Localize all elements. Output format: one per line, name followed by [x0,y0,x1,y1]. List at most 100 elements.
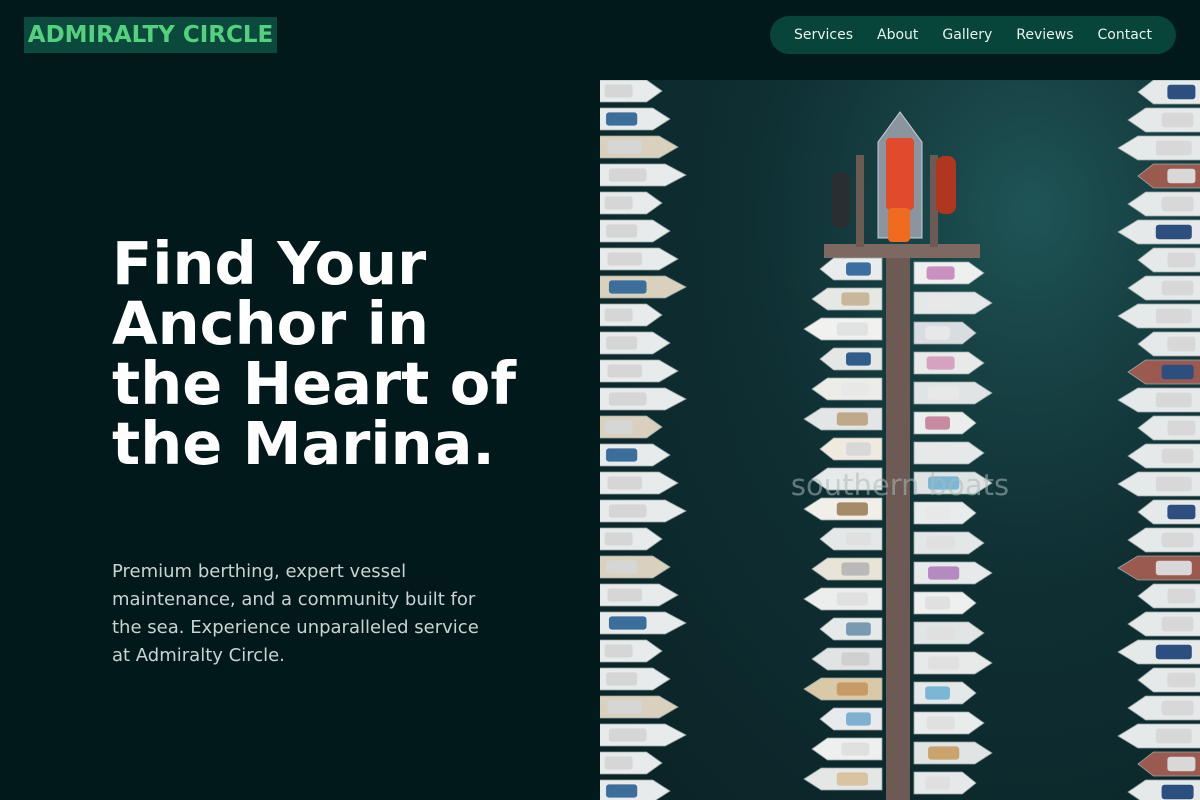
boat-cabin [606,784,638,798]
marina-illustration [600,80,1200,800]
nav-reviews[interactable]: Reviews [1016,27,1073,43]
boat-cabin [926,266,955,280]
boat-cabin [928,296,960,310]
boat-cabin [841,292,870,306]
boat-cabin [928,476,960,490]
boat-cabin [846,622,871,636]
boat-cabin [607,588,642,602]
hero-marina-image: southern boats [600,80,1200,800]
boat-cabin [841,562,870,576]
boat-cabin [1167,336,1196,352]
boat-cabin [846,262,871,276]
boat-cabin [926,716,955,730]
boat-cabin [1155,560,1192,576]
boat-cabin [1155,224,1192,240]
boat-cabin [836,502,868,516]
boat-cabin [608,392,647,406]
boat-cabin [1167,504,1196,520]
boat-cabin [1155,644,1192,660]
boat-cabin [841,382,870,396]
boat-cabin [606,336,638,350]
boat-cabin [841,742,870,756]
boat-cabin [607,252,642,266]
rib-boat [832,172,850,228]
boat-cabin [928,386,960,400]
boat-cabin [925,326,950,340]
boat-cabin [926,356,955,370]
main-nav: Services About Gallery Reviews Contact [770,16,1176,54]
boat-cabin [1167,420,1196,436]
boat-cabin [1161,112,1194,128]
boat-cabin [925,416,950,430]
boat-cabin [608,728,647,742]
boat-cabin [1167,252,1196,268]
boat-cabin [928,566,960,580]
lifeboat-stern [888,208,910,242]
boat-cabin [607,364,642,378]
central-pier [886,255,910,800]
boat-cabin [928,746,960,760]
boat-cabin [1161,700,1194,716]
boat-cabin [1155,392,1192,408]
boat-cabin [606,672,638,686]
pier-head [824,244,980,258]
boat-cabin [1161,196,1194,212]
boat-cabin [926,626,955,640]
boat-cabin [604,196,633,210]
boat-cabin [1161,448,1194,464]
boat-cabin [606,560,638,574]
boat-cabin [925,686,950,700]
boat-cabin [607,140,642,154]
boat-cabin [1155,728,1192,744]
boat-cabin [1161,784,1194,800]
boat-cabin [846,442,871,456]
boat-cabin [841,472,870,486]
nav-services[interactable]: Services [794,27,853,43]
boat-cabin [1161,532,1194,548]
boat-cabin [604,532,633,546]
boat-cabin [836,322,868,336]
boat-cabin [608,280,647,294]
boat-cabin [1155,140,1192,156]
boat-cabin [925,506,950,520]
hero-subtitle: Premium berthing, expert vessel maintena… [112,561,479,666]
boat-cabin [606,112,638,126]
boat-cabin [926,446,955,460]
boat-cabin [608,616,647,630]
boat-cabin [604,420,633,434]
boat-cabin [1167,168,1196,184]
lifeboat-deck [886,138,914,210]
boat-cabin [607,700,642,714]
boat-cabin [846,712,871,726]
boat-cabin [604,756,633,770]
boat-cabin [841,652,870,666]
hero-title: Find Your Anchor in the Heart of the Mar… [112,229,517,478]
boat-cabin [604,308,633,322]
boat-cabin [1155,308,1192,324]
boat-cabin [836,592,868,606]
boat-cabin [836,772,868,786]
boat-cabin [1161,280,1194,296]
nav-gallery[interactable]: Gallery [942,27,992,43]
boat-cabin [1155,476,1192,492]
boat-cabin [925,776,950,790]
boat-cabin [1167,756,1196,772]
boat-cabin [925,596,950,610]
boat-cabin [1167,84,1196,100]
boat-cabin [836,682,868,696]
boat-cabin [608,504,647,518]
boat-cabin [836,412,868,426]
pier-finger [856,155,864,247]
boat-cabin [606,224,638,238]
nav-contact[interactable]: Contact [1098,27,1152,43]
boat-cabin [928,656,960,670]
boat-cabin [604,84,633,98]
brand-logo[interactable]: ADMIRALTY CIRCLE [24,17,277,53]
boat-cabin [606,448,638,462]
boat-cabin [1167,672,1196,688]
boat-cabin [608,168,647,182]
nav-about[interactable]: About [877,27,918,43]
boat-cabin [604,644,633,658]
boat-cabin [846,532,871,546]
boat-cabin [1167,588,1196,604]
